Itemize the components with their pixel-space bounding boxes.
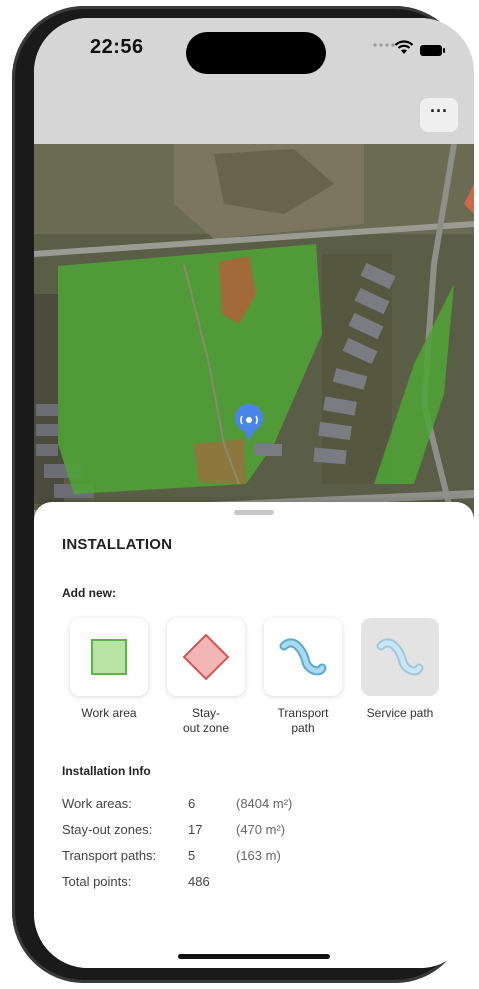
- service-path-tool: Service path: [361, 618, 443, 721]
- sheet-title: INSTALLATION: [62, 536, 173, 553]
- installation-info-title: Installation Info: [62, 764, 151, 778]
- home-indicator[interactable]: [178, 954, 330, 959]
- info-count: 5: [188, 848, 196, 863]
- work-area-label: Work area: [81, 706, 137, 720]
- dynamic-island: [186, 32, 326, 74]
- info-count: 486: [188, 874, 210, 889]
- info-extent: (470 m²): [236, 822, 286, 837]
- work-area-button[interactable]: [70, 618, 148, 696]
- path-blue-faded-icon: [376, 638, 424, 676]
- path-blue-icon: [279, 638, 327, 676]
- status-bar: 22:56: [34, 18, 474, 96]
- add-new-label: Add new:: [62, 586, 116, 600]
- info-extent: (163 m): [236, 848, 281, 863]
- signal-dots-icon: [373, 43, 395, 47]
- work-area-tool[interactable]: Work area: [70, 618, 152, 721]
- stay-out-zone-button[interactable]: [167, 618, 245, 696]
- satellite-map[interactable]: [34, 144, 474, 524]
- app-screen: 22:56 ··· INSTALLATION Add new: Work are…: [34, 18, 474, 968]
- map-imagery: [34, 144, 474, 524]
- info-count: 6: [188, 796, 196, 811]
- transport-path-tool[interactable]: Transport path: [264, 618, 346, 736]
- sheet-grabber[interactable]: [234, 510, 274, 515]
- service-path-button: [361, 618, 439, 696]
- wifi-icon: [394, 40, 414, 54]
- info-label: Work areas:: [62, 796, 132, 811]
- square-green-icon: [91, 639, 127, 675]
- info-extent: (8404 m²): [236, 796, 293, 811]
- info-label: Stay-out zones:: [62, 822, 153, 837]
- stay-out-zone-label: Stay- out zone: [182, 706, 230, 735]
- installation-sheet: INSTALLATION Add new: Work area Stay- ou…: [34, 502, 474, 968]
- status-time: 22:56: [90, 36, 144, 58]
- info-count: 17: [188, 822, 203, 837]
- info-label: Total points:: [62, 874, 132, 889]
- transport-path-button[interactable]: [264, 618, 342, 696]
- battery-icon: [420, 45, 445, 56]
- info-label: Transport paths:: [62, 848, 157, 863]
- top-bar: [34, 96, 474, 144]
- service-path-label: Service path: [366, 706, 434, 720]
- more-options-button[interactable]: ···: [420, 98, 458, 132]
- stay-out-zone-tool[interactable]: Stay- out zone: [167, 618, 249, 736]
- transport-path-label: Transport path: [277, 706, 329, 735]
- diamond-red-icon: [182, 633, 230, 681]
